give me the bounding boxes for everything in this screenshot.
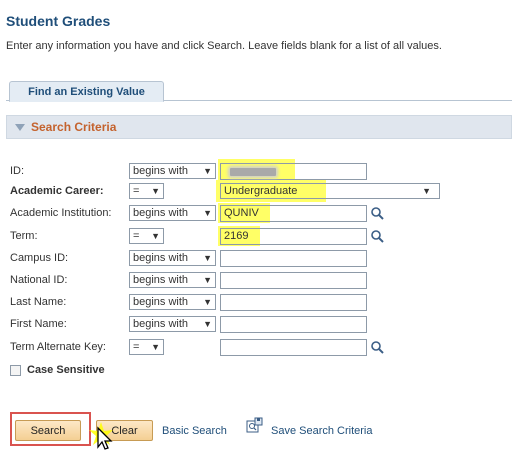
academic-career-value: Undergraduate bbox=[224, 185, 298, 197]
field-label: Academic Institution: bbox=[10, 207, 112, 219]
mouse-pointer-icon bbox=[89, 422, 113, 450]
tab-find-existing-value[interactable]: Find an Existing Value bbox=[9, 81, 164, 102]
operator-value: = bbox=[133, 341, 140, 353]
field-row-academic-career: Academic Career: = ▼ Undergraduate ▼ bbox=[0, 180, 512, 202]
magnifier-icon[interactable] bbox=[370, 340, 384, 354]
field-row-term: Term: = ▼ 2169 bbox=[0, 226, 512, 246]
field-label: Campus ID: bbox=[10, 252, 69, 264]
basic-search-link[interactable]: Basic Search bbox=[162, 425, 227, 437]
field-label: First Name: bbox=[10, 318, 67, 330]
tab-bar: Find an Existing Value bbox=[6, 81, 512, 102]
instructions-text: Enter any information you have and click… bbox=[6, 40, 442, 52]
field-label: Academic Career: bbox=[10, 185, 104, 197]
operator-select[interactable]: = ▼ bbox=[129, 228, 164, 244]
magnifier-icon[interactable] bbox=[370, 206, 384, 220]
save-search-icon[interactable] bbox=[246, 417, 263, 434]
search-criteria-title: Search Criteria bbox=[31, 120, 117, 134]
operator-value: = bbox=[133, 230, 140, 242]
field-label: Term: bbox=[10, 230, 38, 242]
national-id-input[interactable] bbox=[220, 272, 367, 289]
field-label: Last Name: bbox=[10, 296, 67, 308]
operator-select[interactable]: begins with ▼ bbox=[129, 294, 216, 310]
chevron-down-icon: ▼ bbox=[203, 166, 212, 176]
operator-value: = bbox=[133, 185, 140, 197]
academic-institution-input[interactable]: QUNIV bbox=[220, 205, 367, 222]
case-sensitive-checkbox[interactable] bbox=[10, 365, 21, 376]
field-label: National ID: bbox=[10, 274, 68, 286]
campus-id-input[interactable] bbox=[220, 250, 367, 267]
chevron-down-icon: ▼ bbox=[151, 186, 160, 196]
operator-value: begins with bbox=[133, 207, 189, 219]
magnifier-icon[interactable] bbox=[370, 229, 384, 243]
field-row-first-name: First Name: begins with ▼ bbox=[0, 316, 512, 333]
collapse-triangle-icon[interactable] bbox=[15, 123, 25, 131]
field-label: Term Alternate Key: bbox=[10, 341, 106, 353]
field-row-last-name: Last Name: begins with ▼ bbox=[0, 294, 512, 311]
case-sensitive-label: Case Sensitive bbox=[27, 364, 105, 376]
term-value: 2169 bbox=[224, 230, 249, 242]
chevron-down-icon: ▼ bbox=[203, 297, 212, 307]
first-name-input[interactable] bbox=[220, 316, 367, 333]
operator-value: begins with bbox=[133, 274, 189, 286]
chevron-down-icon: ▼ bbox=[151, 231, 160, 241]
operator-value: begins with bbox=[133, 296, 189, 308]
field-row-id: ID: begins with ▼ bbox=[0, 159, 512, 183]
operator-select[interactable]: begins with ▼ bbox=[129, 163, 216, 179]
id-input[interactable] bbox=[220, 163, 367, 180]
chevron-down-icon: ▼ bbox=[203, 208, 212, 218]
chevron-down-icon: ▼ bbox=[203, 319, 212, 329]
operator-value: begins with bbox=[133, 318, 189, 330]
operator-select[interactable]: = ▼ bbox=[129, 183, 164, 199]
academic-institution-value: QUNIV bbox=[224, 207, 259, 219]
page-title: Student Grades bbox=[6, 13, 111, 29]
search-button[interactable]: Search bbox=[15, 420, 81, 441]
field-row-academic-institution: Academic Institution: begins with ▼ QUNI… bbox=[0, 203, 512, 223]
field-row-term-alternate-key: Term Alternate Key: = ▼ bbox=[0, 339, 512, 356]
chevron-down-icon: ▼ bbox=[203, 275, 212, 285]
chevron-down-icon: ▼ bbox=[203, 253, 212, 263]
term-input[interactable]: 2169 bbox=[220, 228, 367, 245]
operator-select[interactable]: begins with ▼ bbox=[129, 205, 216, 221]
field-row-national-id: National ID: begins with ▼ bbox=[0, 272, 512, 289]
operator-value: begins with bbox=[133, 165, 189, 177]
last-name-input[interactable] bbox=[220, 294, 367, 311]
chevron-down-icon: ▼ bbox=[151, 342, 160, 352]
redacted-value bbox=[230, 168, 276, 176]
field-row-campus-id: Campus ID: begins with ▼ bbox=[0, 250, 512, 267]
academic-career-select[interactable]: Undergraduate ▼ bbox=[220, 183, 440, 199]
operator-select[interactable]: begins with ▼ bbox=[129, 272, 216, 288]
save-search-criteria-link[interactable]: Save Search Criteria bbox=[271, 425, 373, 437]
operator-select[interactable]: begins with ▼ bbox=[129, 250, 216, 266]
term-alternate-key-input[interactable] bbox=[220, 339, 367, 356]
operator-select[interactable]: = ▼ bbox=[129, 339, 164, 355]
operator-value: begins with bbox=[133, 252, 189, 264]
search-criteria-header[interactable]: Search Criteria bbox=[6, 115, 512, 139]
field-label: ID: bbox=[10, 165, 25, 177]
chevron-down-icon: ▼ bbox=[422, 186, 431, 196]
operator-select[interactable]: begins with ▼ bbox=[129, 316, 216, 332]
